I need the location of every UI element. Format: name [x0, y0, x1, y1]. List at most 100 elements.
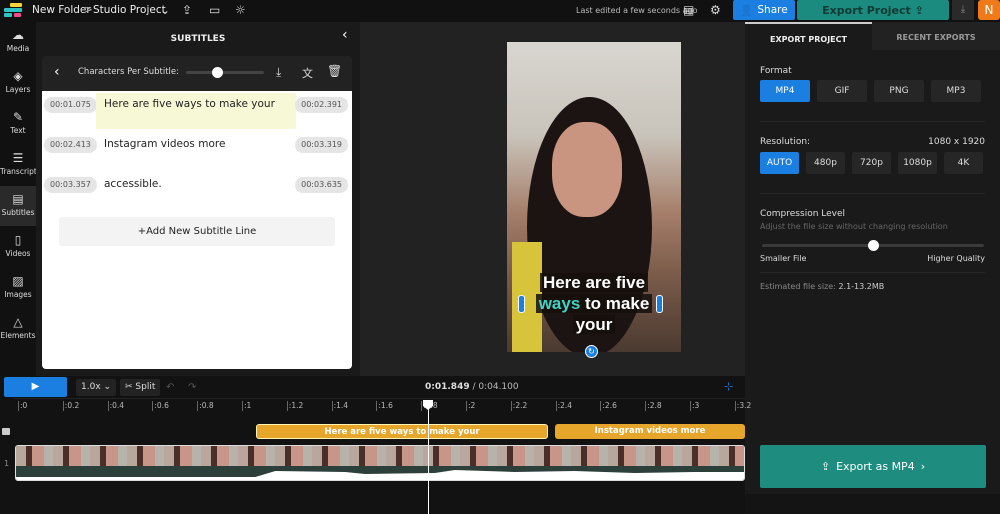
- ruler-tick: :0.2: [62, 401, 80, 411]
- app-logo[interactable]: [4, 3, 22, 19]
- gear-icon[interactable]: ⚙: [710, 3, 721, 17]
- end-time[interactable]: 00:03.319: [295, 137, 348, 153]
- higher-quality-label: Higher Quality: [927, 254, 985, 263]
- video-preview-area: Here are five ways to make your ↻: [360, 22, 745, 376]
- tab-recent-exports[interactable]: RECENT EXPORTS: [872, 22, 1000, 50]
- sidebar-item-videos[interactable]: ▯ Videos: [0, 227, 36, 267]
- ruler-tick: :1.2: [286, 401, 304, 411]
- sidebar-item-layers[interactable]: ◈ Layers: [0, 63, 36, 103]
- subtitles-icon: ▤: [12, 192, 24, 206]
- export-button-label: Export as MP4: [836, 460, 915, 473]
- rotate-icon[interactable]: ↻: [585, 345, 598, 358]
- subtitle-text[interactable]: Instagram videos more: [96, 133, 296, 169]
- resolution-label: Resolution:: [760, 137, 811, 147]
- subtitle-line[interactable]: 00:02.413 Instagram videos more 00:03.31…: [42, 133, 352, 171]
- subtitle-line[interactable]: 00:01.075 Here are five ways to make you…: [42, 93, 352, 131]
- breadcrumb-folder[interactable]: New Folder: [32, 4, 91, 16]
- subtitle-track-icon: [2, 428, 10, 435]
- split-button[interactable]: ✂ Split: [120, 379, 161, 396]
- download-icon[interactable]: ⤓: [952, 0, 974, 20]
- trash-icon[interactable]: 🗑: [327, 64, 342, 78]
- ruler-tick: :1.6: [376, 401, 393, 411]
- subtitles-icon[interactable]: ▭: [209, 3, 220, 17]
- edit-icon: ✎: [12, 110, 24, 124]
- redo-icon[interactable]: ↷: [188, 382, 196, 393]
- subtitle-clip[interactable]: Here are five ways to make your: [256, 424, 548, 439]
- project-name[interactable]: Studio Project: [93, 4, 166, 16]
- estimated-size-label: Estimated file size:: [760, 282, 836, 291]
- compression-label: Compression Level: [760, 209, 846, 219]
- chars-per-subtitle-slider[interactable]: [186, 67, 264, 78]
- export-project-label: Export Project: [822, 3, 911, 17]
- start-time[interactable]: 00:01.075: [44, 97, 97, 113]
- estimated-size: Estimated file size: 2.1-13.2MB: [760, 282, 884, 291]
- format-png-button[interactable]: PNG: [874, 80, 924, 102]
- sidebar-item-text[interactable]: ✎ Text: [0, 104, 36, 144]
- comment-icon[interactable]: ▤: [683, 3, 694, 17]
- format-mp3-button[interactable]: MP3: [931, 80, 981, 102]
- avatar[interactable]: N: [978, 0, 1000, 20]
- subtitle-text[interactable]: Here are five ways to make your: [96, 93, 296, 129]
- subtitle-text[interactable]: accessible.: [96, 173, 296, 209]
- compression-slider[interactable]: [762, 240, 984, 251]
- sidebar-item-transcript[interactable]: ☰ Transcript: [0, 145, 37, 185]
- resolution-720p-button[interactable]: 720p: [852, 152, 891, 174]
- format-gif-button[interactable]: GIF: [817, 80, 867, 102]
- resize-handle-right[interactable]: [656, 295, 663, 313]
- breadcrumb-separator: >: [84, 4, 93, 16]
- resize-handle-left[interactable]: [518, 295, 525, 313]
- ruler-tick: :2: [466, 401, 476, 411]
- back-icon[interactable]: ‹: [54, 64, 60, 80]
- caption-line-1: Here are five: [539, 273, 649, 292]
- playhead[interactable]: [428, 400, 429, 514]
- subtitle-clip[interactable]: Instagram videos more: [555, 424, 745, 439]
- sidebar-item-elements[interactable]: △ Elements: [0, 309, 36, 349]
- play-button[interactable]: ▶: [4, 377, 67, 397]
- sidebar-item-label: Media: [6, 44, 30, 53]
- tab-export-project[interactable]: EXPORT PROJECT: [745, 22, 872, 50]
- last-edited: Last edited a few seconds ago: [576, 6, 698, 15]
- chevron-down-icon[interactable]: ⌄: [160, 3, 170, 17]
- start-time[interactable]: 00:02.413: [44, 137, 97, 153]
- ruler-tick: :2.6: [600, 401, 617, 411]
- download-icon[interactable]: ⤓: [276, 65, 281, 80]
- subtitle-line[interactable]: 00:03.357 accessible. 00:03.635: [42, 173, 352, 211]
- left-sidebar: ☁ Media ◈ Layers ✎ Text ☰ Transcript ▤ Subtitles ▯…: [0, 22, 37, 376]
- end-time[interactable]: 00:03.635: [295, 177, 348, 193]
- film-icon: ▯: [14, 233, 22, 247]
- speed-select[interactable]: 1.0x ⌄: [76, 379, 117, 396]
- sidebar-item-label: Subtitles: [1, 208, 35, 217]
- video-track-clip[interactable]: [15, 445, 745, 481]
- export-project-button[interactable]: Export Project ⇪: [797, 0, 949, 20]
- sidebar-item-label: Elements: [0, 331, 36, 340]
- export-as-mp4-button[interactable]: ⇪ Export as MP4 ›: [760, 445, 986, 488]
- sidebar-item-subtitles[interactable]: ▤ Subtitles: [0, 186, 36, 226]
- timeline-ruler[interactable]: :0:0.2:0.4:0.6:0.8:1:1.2:1.4:1.6:1.8:2:2…: [14, 398, 751, 414]
- translate-icon[interactable]: 文: [302, 65, 313, 81]
- collapse-panel-icon[interactable]: ‹: [342, 27, 348, 43]
- fit-timeline-icon[interactable]: ⊹: [724, 380, 733, 393]
- video-frame[interactable]: Here are five ways to make your: [507, 42, 681, 352]
- caption-line-3: your: [572, 315, 616, 334]
- undo-icon[interactable]: ↶: [166, 382, 174, 393]
- resolution-auto-button[interactable]: AUTO: [760, 152, 799, 174]
- sidebar-item-media[interactable]: ☁ Media: [0, 22, 36, 62]
- resolution-4k-button[interactable]: 4K: [944, 152, 983, 174]
- caption-overlay[interactable]: Here are five ways to make your: [517, 272, 671, 335]
- sidebar-item-label: Images: [4, 290, 32, 299]
- upload-icon[interactable]: ⇪: [182, 3, 192, 17]
- lightbulb-icon[interactable]: ☼: [235, 3, 246, 17]
- sidebar-item-images[interactable]: ▨ Images: [0, 268, 36, 308]
- format-mp4-button[interactable]: MP4: [760, 80, 810, 102]
- slider-thumb[interactable]: [868, 240, 879, 251]
- sidebar-item-label: Transcript: [0, 167, 37, 176]
- resolution-value: 1080 x 1920: [928, 137, 985, 147]
- cloud-upload-icon: ☁: [12, 28, 24, 42]
- resolution-480p-button[interactable]: 480p: [806, 152, 845, 174]
- end-time[interactable]: 00:02.391: [295, 97, 348, 113]
- start-time[interactable]: 00:03.357: [44, 177, 97, 193]
- slider-thumb[interactable]: [212, 67, 224, 78]
- share-button[interactable]: 👤 Share: [733, 0, 795, 20]
- add-subtitle-line-button[interactable]: +Add New Subtitle Line: [59, 217, 335, 246]
- resolution-1080p-button[interactable]: 1080p: [898, 152, 937, 174]
